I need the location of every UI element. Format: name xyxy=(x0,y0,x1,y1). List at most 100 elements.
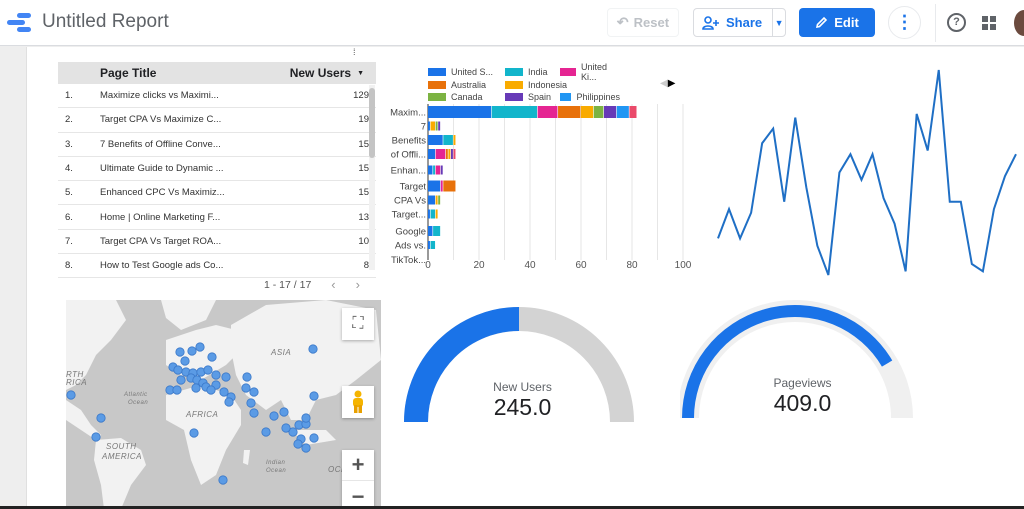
line-point[interactable] xyxy=(716,236,721,241)
bar-segment[interactable] xyxy=(428,195,436,205)
share-button[interactable]: Share xyxy=(694,9,774,36)
bar-segment[interactable] xyxy=(428,226,433,236)
bar-segment[interactable] xyxy=(433,226,441,236)
bar-segment[interactable] xyxy=(438,121,441,131)
map-marker[interactable] xyxy=(195,342,205,352)
bar-segment[interactable] xyxy=(428,165,433,175)
apps-grid-icon[interactable] xyxy=(982,16,996,30)
map-marker[interactable] xyxy=(249,408,259,418)
bar-segment[interactable] xyxy=(558,106,581,118)
line-point[interactable] xyxy=(947,199,952,204)
resize-handle-icon[interactable]: ⁞ xyxy=(353,47,356,57)
table-scrollbar-thumb[interactable] xyxy=(369,88,375,158)
table-row[interactable]: 6. Home | Online Marketing F... 13 xyxy=(58,205,376,230)
map-marker[interactable] xyxy=(249,387,259,397)
map-marker[interactable] xyxy=(246,398,256,408)
line-point[interactable] xyxy=(815,243,820,248)
bar-segment[interactable] xyxy=(629,106,637,118)
column-header-new-users[interactable]: New Users ▼ xyxy=(290,66,364,80)
street-view-pegman-icon[interactable] xyxy=(342,386,374,418)
legend-next-icon[interactable]: ▶ xyxy=(668,78,676,89)
line-point[interactable] xyxy=(749,210,754,215)
map-marker[interactable] xyxy=(203,365,213,375)
map-marker[interactable] xyxy=(242,372,252,382)
legend-item[interactable]: United S... xyxy=(428,67,505,77)
bar-segment[interactable] xyxy=(435,165,441,175)
previous-page-chevron-icon[interactable]: ‹ xyxy=(331,277,335,292)
bar-segment[interactable] xyxy=(428,135,443,145)
line-point[interactable] xyxy=(925,148,930,153)
map-marker[interactable] xyxy=(224,397,234,407)
bar-segment[interactable] xyxy=(435,121,438,131)
line-point[interactable] xyxy=(793,115,798,120)
map-marker[interactable] xyxy=(241,383,251,393)
bar-segment[interactable] xyxy=(428,149,436,159)
line-point[interactable] xyxy=(1014,152,1019,157)
share-dropdown-chevron-icon[interactable]: ▼ xyxy=(773,18,785,28)
line-point[interactable] xyxy=(782,199,787,204)
map-marker[interactable] xyxy=(180,356,190,366)
line-point[interactable] xyxy=(892,221,897,226)
table-row[interactable]: 5. Enhanced CPC Vs Maximiz... 15 xyxy=(58,181,376,206)
bar-segment[interactable] xyxy=(428,121,430,131)
line-point[interactable] xyxy=(771,126,776,131)
help-icon[interactable]: ? xyxy=(947,13,966,32)
column-header-page-title[interactable]: Page Title xyxy=(100,66,290,80)
map-marker[interactable] xyxy=(175,347,185,357)
bar-segment[interactable] xyxy=(450,149,453,159)
table-scrollbar[interactable] xyxy=(369,85,375,270)
map-marker[interactable] xyxy=(269,411,279,421)
bar-segment[interactable] xyxy=(443,180,456,192)
map-marker[interactable] xyxy=(301,443,311,453)
line-series[interactable] xyxy=(717,69,1017,276)
bar-segment[interactable] xyxy=(491,106,538,118)
map-marker[interactable] xyxy=(91,432,101,442)
line-point[interactable] xyxy=(727,207,732,212)
legend-prev-icon[interactable]: ◀ xyxy=(660,78,668,89)
line-point[interactable] xyxy=(980,269,985,274)
table-row[interactable]: 4. Ultimate Guide to Dynamic ... 15 xyxy=(58,157,376,182)
bar-segment[interactable] xyxy=(603,106,617,118)
next-page-chevron-icon[interactable]: › xyxy=(356,277,360,292)
bar-segment[interactable] xyxy=(581,106,594,118)
bar-segment[interactable] xyxy=(435,149,446,159)
bar-segment[interactable] xyxy=(448,149,451,159)
bar-segment[interactable] xyxy=(593,106,604,118)
line-point[interactable] xyxy=(903,269,908,274)
map-marker[interactable] xyxy=(218,475,228,485)
line-point[interactable] xyxy=(1002,174,1007,179)
bar-segment[interactable] xyxy=(435,195,438,205)
bar-segment[interactable] xyxy=(443,135,453,145)
map-marker[interactable] xyxy=(96,413,106,423)
line-point[interactable] xyxy=(837,170,842,175)
bar-segment[interactable] xyxy=(445,149,448,159)
bar-segment[interactable] xyxy=(428,241,430,249)
zoom-out-button[interactable]: − xyxy=(342,481,374,509)
map-marker[interactable] xyxy=(301,413,311,423)
bar-segment[interactable] xyxy=(433,165,436,175)
table-row[interactable]: 3. 7 Benefits of Offline Conve... 15 xyxy=(58,133,376,157)
bar-segment[interactable] xyxy=(435,209,438,219)
table-row[interactable]: 2. Target CPA Vs Maximize C... 19 xyxy=(58,108,376,133)
line-point[interactable] xyxy=(881,196,886,201)
bar-segment[interactable] xyxy=(453,149,456,159)
map-marker[interactable] xyxy=(176,375,186,385)
legend-item[interactable]: Australia xyxy=(428,80,505,90)
map-marker[interactable] xyxy=(172,385,182,395)
bar-segment[interactable] xyxy=(428,180,441,192)
line-point[interactable] xyxy=(848,152,853,157)
reset-button[interactable]: ↶ Reset xyxy=(607,8,679,37)
bar-segment[interactable] xyxy=(430,241,436,249)
map-marker[interactable] xyxy=(308,344,318,354)
edit-button[interactable]: Edit xyxy=(799,8,875,37)
table-row[interactable]: 7. Target CPA Vs Target ROA... 10 xyxy=(58,230,376,255)
fullscreen-icon[interactable]: ⛶ xyxy=(342,308,374,340)
bar-segment[interactable] xyxy=(430,209,436,219)
line-point[interactable] xyxy=(936,68,941,73)
zoom-in-button[interactable]: + xyxy=(342,450,374,481)
bar-segment[interactable] xyxy=(440,180,443,192)
map-marker[interactable] xyxy=(221,372,231,382)
line-point[interactable] xyxy=(914,111,919,116)
map-marker[interactable] xyxy=(211,370,221,380)
bar-segment[interactable] xyxy=(428,209,430,219)
